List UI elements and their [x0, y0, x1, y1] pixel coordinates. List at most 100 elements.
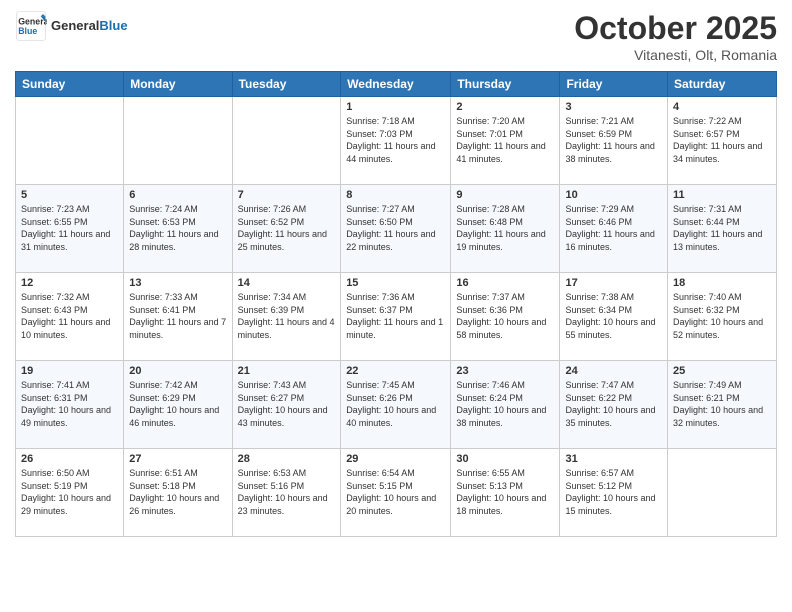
day-number: 3 — [565, 101, 662, 113]
day-number: 4 — [673, 101, 771, 113]
calendar-body: 1 Sunrise: 7:18 AM Sunset: 7:03 PM Daylig… — [16, 97, 777, 537]
day-number: 20 — [129, 365, 226, 377]
calendar-table: SundayMondayTuesdayWednesdayThursdayFrid… — [15, 71, 777, 537]
day-info: Sunrise: 7:43 AM Sunset: 6:27 PM Dayligh… — [238, 379, 336, 429]
calendar-day-cell: 19Sunrise: 7:41 AM Sunset: 6:31 PM Dayli… — [16, 361, 124, 449]
calendar-day-cell: 15 Sunrise: 7:36 AM Sunset: 6:37 PM Dayli… — [341, 273, 451, 361]
weekday-header-cell: Friday — [560, 72, 668, 97]
calendar-day-cell: 17 Sunrise: 7:38 AM Sunset: 6:34 PM Dayli… — [560, 273, 668, 361]
calendar-day-cell — [124, 97, 232, 185]
day-info: Sunrise: 7:38 AM Sunset: 6:34 PM Dayligh… — [565, 291, 662, 341]
calendar-week-row: 12Sunrise: 7:32 AM Sunset: 6:43 PM Dayli… — [16, 273, 777, 361]
day-info: Sunrise: 7:21 AM Sunset: 6:59 PM Dayligh… — [565, 115, 662, 165]
day-number: 23 — [456, 365, 554, 377]
calendar-day-cell: 29 Sunrise: 6:54 AM Sunset: 5:15 PM Dayli… — [341, 449, 451, 537]
calendar-day-cell — [232, 97, 341, 185]
day-number: 5 — [21, 189, 118, 201]
month-title: October 2025 — [574, 10, 777, 47]
calendar-day-cell: 18 Sunrise: 7:40 AM Sunset: 6:32 PM Dayli… — [668, 273, 777, 361]
calendar-week-row: 26 Sunrise: 6:50 AM Sunset: 5:19 PM Dayli… — [16, 449, 777, 537]
day-number: 24 — [565, 365, 662, 377]
day-info: Sunrise: 6:53 AM Sunset: 5:16 PM Dayligh… — [238, 467, 336, 517]
calendar-day-cell: 6Sunrise: 7:24 AM Sunset: 6:53 PM Daylig… — [124, 185, 232, 273]
calendar-day-cell: 13 Sunrise: 7:33 AM Sunset: 6:41 PM Dayli… — [124, 273, 232, 361]
day-number: 1 — [346, 101, 445, 113]
day-info: Sunrise: 7:32 AM Sunset: 6:43 PM Dayligh… — [21, 291, 118, 341]
day-number: 28 — [238, 453, 336, 465]
weekday-header-cell: Sunday — [16, 72, 124, 97]
calendar-day-cell: 30Sunrise: 6:55 AM Sunset: 5:13 PM Dayli… — [451, 449, 560, 537]
day-number: 22 — [346, 365, 445, 377]
calendar-day-cell: 23 Sunrise: 7:46 AM Sunset: 6:24 PM Dayli… — [451, 361, 560, 449]
weekday-header-cell: Wednesday — [341, 72, 451, 97]
calendar-week-row: 19Sunrise: 7:41 AM Sunset: 6:31 PM Dayli… — [16, 361, 777, 449]
calendar-day-cell: 27 Sunrise: 6:51 AM Sunset: 5:18 PM Dayli… — [124, 449, 232, 537]
day-number: 10 — [565, 189, 662, 201]
calendar-day-cell — [668, 449, 777, 537]
day-info: Sunrise: 7:40 AM Sunset: 6:32 PM Dayligh… — [673, 291, 771, 341]
day-info: Sunrise: 6:50 AM Sunset: 5:19 PM Dayligh… — [21, 467, 118, 517]
day-number: 29 — [346, 453, 445, 465]
calendar-day-cell: 4Sunrise: 7:22 AM Sunset: 6:57 PM Daylig… — [668, 97, 777, 185]
day-info: Sunrise: 7:20 AM Sunset: 7:01 PM Dayligh… — [456, 115, 554, 165]
day-number: 8 — [346, 189, 445, 201]
calendar-week-row: 5 Sunrise: 7:23 AM Sunset: 6:55 PM Daylig… — [16, 185, 777, 273]
logo-name: GeneralBlue — [51, 18, 128, 34]
calendar-day-cell: 10 Sunrise: 7:29 AM Sunset: 6:46 PM Dayli… — [560, 185, 668, 273]
day-info: Sunrise: 7:29 AM Sunset: 6:46 PM Dayligh… — [565, 203, 662, 253]
day-number: 13 — [129, 277, 226, 289]
day-info: Sunrise: 6:51 AM Sunset: 5:18 PM Dayligh… — [129, 467, 226, 517]
logo: General Blue GeneralBlue — [15, 10, 128, 42]
calendar-day-cell: 22 Sunrise: 7:45 AM Sunset: 6:26 PM Dayli… — [341, 361, 451, 449]
day-info: Sunrise: 7:31 AM Sunset: 6:44 PM Dayligh… — [673, 203, 771, 253]
day-number: 30 — [456, 453, 554, 465]
logo-icon: General Blue — [15, 10, 47, 42]
weekday-header-cell: Monday — [124, 72, 232, 97]
day-info: Sunrise: 7:27 AM Sunset: 6:50 PM Dayligh… — [346, 203, 445, 253]
day-info: Sunrise: 7:45 AM Sunset: 6:26 PM Dayligh… — [346, 379, 445, 429]
day-info: Sunrise: 7:46 AM Sunset: 6:24 PM Dayligh… — [456, 379, 554, 429]
calendar-day-cell: 16 Sunrise: 7:37 AM Sunset: 6:36 PM Dayli… — [451, 273, 560, 361]
weekday-header-cell: Thursday — [451, 72, 560, 97]
day-number: 19 — [21, 365, 118, 377]
calendar-day-cell: 12Sunrise: 7:32 AM Sunset: 6:43 PM Dayli… — [16, 273, 124, 361]
day-number: 9 — [456, 189, 554, 201]
day-number: 21 — [238, 365, 336, 377]
day-info: Sunrise: 7:47 AM Sunset: 6:22 PM Dayligh… — [565, 379, 662, 429]
calendar-day-cell: 3 Sunrise: 7:21 AM Sunset: 6:59 PM Daylig… — [560, 97, 668, 185]
calendar-day-cell: 14Sunrise: 7:34 AM Sunset: 6:39 PM Dayli… — [232, 273, 341, 361]
title-block: October 2025 Vitanesti, Olt, Romania — [574, 10, 777, 63]
calendar-day-cell: 24 Sunrise: 7:47 AM Sunset: 6:22 PM Dayli… — [560, 361, 668, 449]
day-info: Sunrise: 6:54 AM Sunset: 5:15 PM Dayligh… — [346, 467, 445, 517]
day-number: 26 — [21, 453, 118, 465]
day-info: Sunrise: 7:37 AM Sunset: 6:36 PM Dayligh… — [456, 291, 554, 341]
day-info: Sunrise: 7:36 AM Sunset: 6:37 PM Dayligh… — [346, 291, 445, 341]
calendar-day-cell: 26 Sunrise: 6:50 AM Sunset: 5:19 PM Dayli… — [16, 449, 124, 537]
day-number: 31 — [565, 453, 662, 465]
day-info: Sunrise: 7:33 AM Sunset: 6:41 PM Dayligh… — [129, 291, 226, 341]
location-subtitle: Vitanesti, Olt, Romania — [574, 47, 777, 63]
calendar-day-cell: 31 Sunrise: 6:57 AM Sunset: 5:12 PM Dayli… — [560, 449, 668, 537]
day-number: 7 — [238, 189, 336, 201]
day-info: Sunrise: 7:26 AM Sunset: 6:52 PM Dayligh… — [238, 203, 336, 253]
calendar-day-cell: 5 Sunrise: 7:23 AM Sunset: 6:55 PM Daylig… — [16, 185, 124, 273]
calendar-day-cell: 25Sunrise: 7:49 AM Sunset: 6:21 PM Dayli… — [668, 361, 777, 449]
day-info: Sunrise: 7:24 AM Sunset: 6:53 PM Dayligh… — [129, 203, 226, 253]
day-number: 18 — [673, 277, 771, 289]
page-header: General Blue GeneralBlue October 2025 Vi… — [15, 10, 777, 63]
day-info: Sunrise: 7:18 AM Sunset: 7:03 PM Dayligh… — [346, 115, 445, 165]
day-number: 16 — [456, 277, 554, 289]
day-number: 11 — [673, 189, 771, 201]
day-info: Sunrise: 6:57 AM Sunset: 5:12 PM Dayligh… — [565, 467, 662, 517]
calendar-day-cell: 7 Sunrise: 7:26 AM Sunset: 6:52 PM Daylig… — [232, 185, 341, 273]
calendar-day-cell: 28 Sunrise: 6:53 AM Sunset: 5:16 PM Dayli… — [232, 449, 341, 537]
day-number: 27 — [129, 453, 226, 465]
calendar-day-cell: 20Sunrise: 7:42 AM Sunset: 6:29 PM Dayli… — [124, 361, 232, 449]
day-number: 2 — [456, 101, 554, 113]
day-info: Sunrise: 7:23 AM Sunset: 6:55 PM Dayligh… — [21, 203, 118, 253]
day-number: 17 — [565, 277, 662, 289]
calendar-week-row: 1 Sunrise: 7:18 AM Sunset: 7:03 PM Daylig… — [16, 97, 777, 185]
calendar-day-cell: 8 Sunrise: 7:27 AM Sunset: 6:50 PM Daylig… — [341, 185, 451, 273]
calendar-container: General Blue GeneralBlue October 2025 Vi… — [0, 0, 792, 612]
day-number: 15 — [346, 277, 445, 289]
